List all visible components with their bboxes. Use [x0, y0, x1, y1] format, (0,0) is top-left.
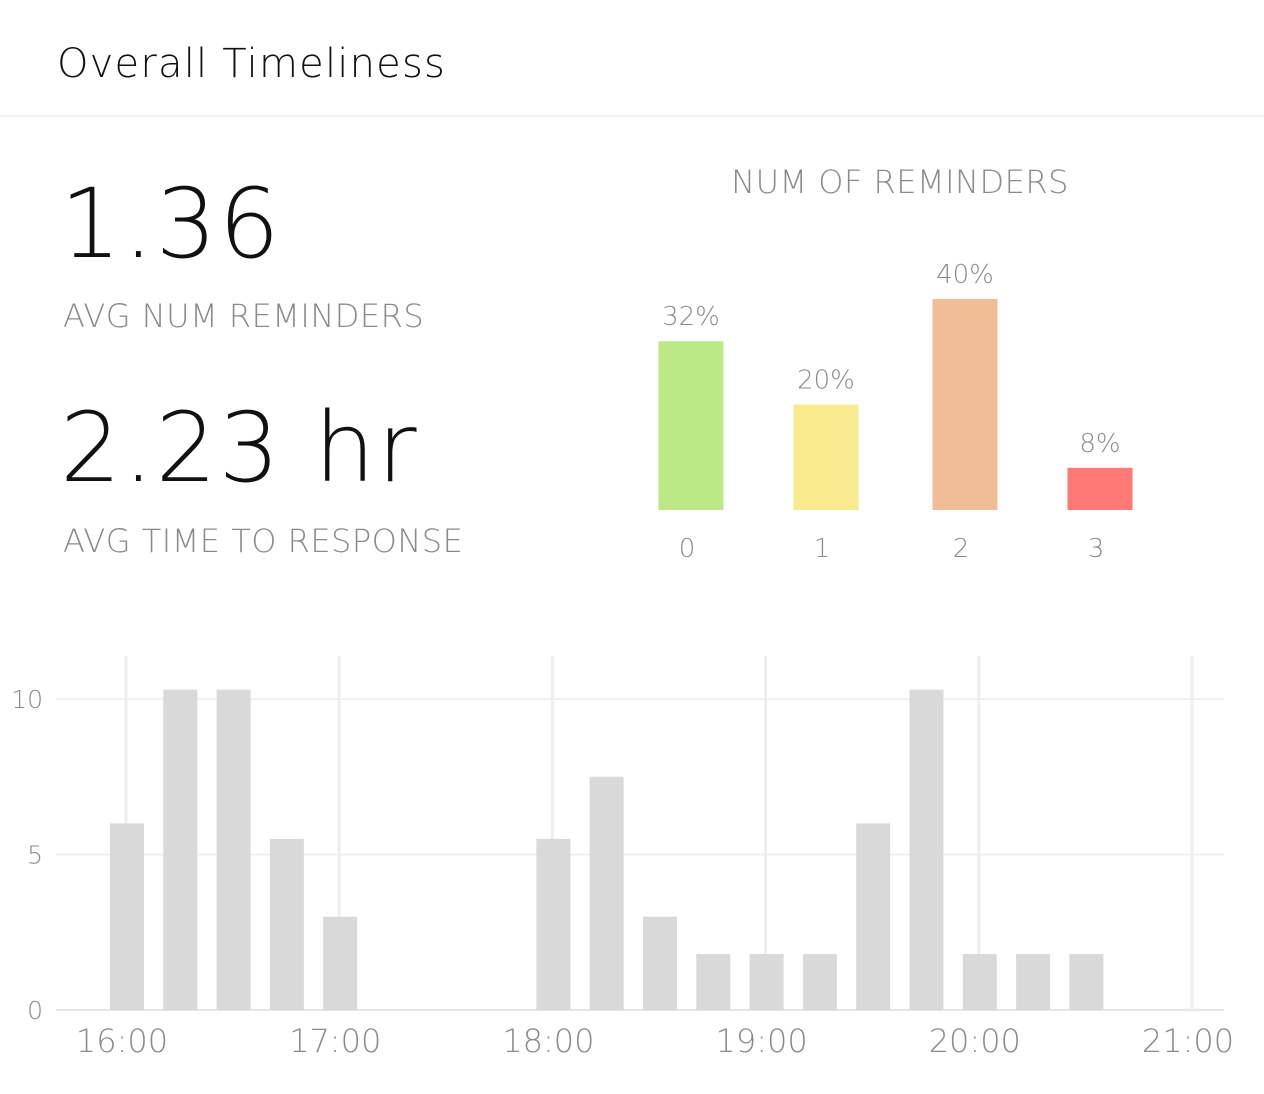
- timeline-y-tick-10: 10: [11, 685, 43, 714]
- timeline-bar: [536, 838, 571, 1010]
- timeline-bar: [643, 916, 677, 1010]
- timeline-bar: [802, 954, 837, 1010]
- timeline-bar: [216, 689, 251, 1010]
- timeline-x-tick-2100: 21:00: [1142, 1022, 1234, 1060]
- timeline-bar: [909, 689, 944, 1010]
- timeline-bar: [1069, 954, 1104, 1010]
- reminders-x-tick-3: 3: [1088, 534, 1105, 564]
- reminders-bar-label-3: 8%: [1079, 429, 1120, 459]
- timeline-bar: [110, 823, 144, 1010]
- avg-time-to-response-value: 2.23 hr: [60, 392, 419, 504]
- timeline-x-tick-1700: 17:00: [289, 1022, 381, 1060]
- reminders-bar-label-2: 40%: [936, 260, 994, 290]
- timeline-y-tick-0: 0: [27, 996, 43, 1025]
- timeline-bar: [749, 954, 784, 1010]
- timeline-bar: [269, 838, 304, 1010]
- reminders-bar-1: [793, 404, 859, 510]
- avg-num-reminders-value: 1.36: [60, 168, 282, 280]
- timeline-bar: [589, 776, 624, 1010]
- page-title: Overall Timeliness: [57, 41, 447, 87]
- reminders-x-tick-1: 1: [814, 534, 831, 564]
- reminders-bar-label-1: 20%: [797, 366, 855, 396]
- reminders-chart-title: NUM OF REMINDERS: [731, 163, 1069, 201]
- timeline-bar: [696, 954, 731, 1010]
- reminders-bar-0: [658, 341, 724, 510]
- avg-num-reminders-label: AVG NUM REMINDERS: [63, 297, 425, 335]
- timeline-x-tick-1900: 19:00: [715, 1022, 807, 1060]
- reminders-bar-label-0: 32%: [662, 302, 720, 332]
- timeline-x-tick-2000: 20:00: [929, 1022, 1021, 1060]
- timeline-x-tick-1800: 18:00: [502, 1022, 594, 1060]
- reminders-x-tick-2: 2: [953, 534, 970, 564]
- timeline-bar: [163, 689, 198, 1010]
- timeline-x-tick-1600: 16:00: [76, 1022, 168, 1060]
- timeline-bar: [323, 916, 358, 1010]
- header: Overall Timeliness: [0, 0, 1264, 117]
- timeline-y-tick-5: 5: [27, 841, 43, 870]
- timeline-bar: [856, 823, 891, 1010]
- reminders-bar-2: [932, 299, 998, 510]
- avg-time-to-response-label: AVG TIME TO RESPONSE: [63, 522, 464, 560]
- reminders-x-tick-0: 0: [679, 534, 696, 564]
- timeline-bar: [962, 954, 997, 1010]
- reminders-bar-3: [1067, 467, 1133, 510]
- timeline-bar: [1016, 954, 1051, 1010]
